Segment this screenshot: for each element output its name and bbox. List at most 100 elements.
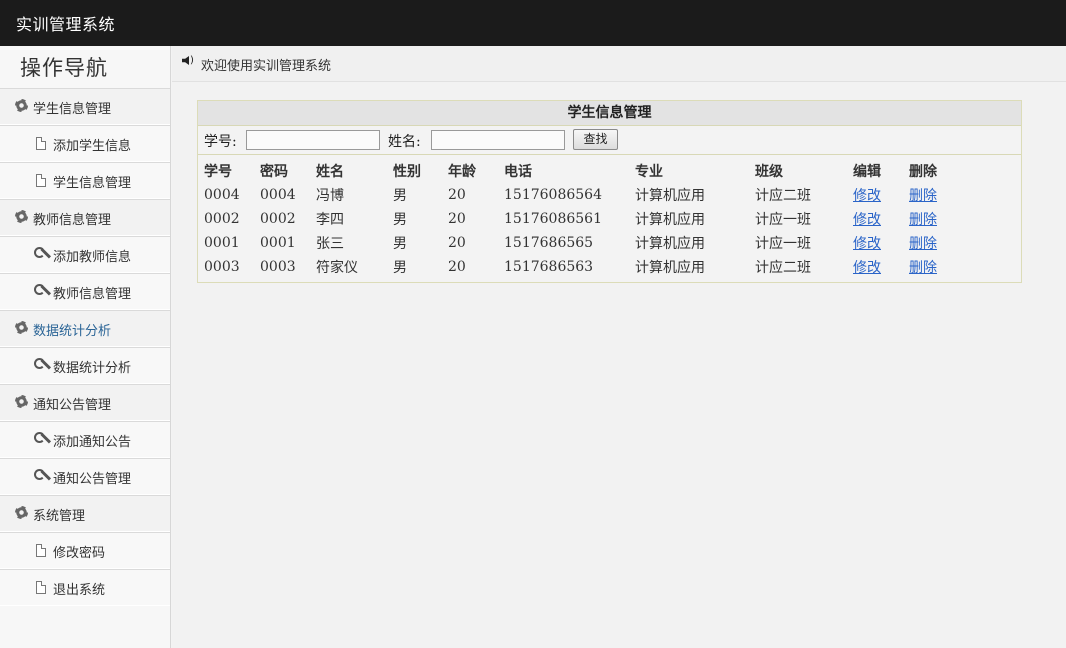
search-button[interactable]: 查找: [573, 129, 618, 150]
sidebar-label: 学生信息管理: [53, 176, 132, 191]
table-cell: 计应二班: [755, 188, 811, 204]
sidebar-item[interactable]: 添加通知公告: [0, 421, 170, 458]
sidebar-group[interactable]: 教师信息管理: [0, 199, 170, 236]
sidebar-item[interactable]: 退出系统: [0, 569, 170, 606]
table-cell: 0001: [204, 235, 240, 251]
column-header: 年龄: [448, 164, 476, 180]
sidebar-item[interactable]: 添加教师信息: [0, 236, 170, 273]
sidebar-label: 通知公告管理: [33, 398, 112, 413]
student-panel: 学生信息管理 学号: 姓名: 查找 学号 密码 姓名 性别 年龄 电话 专业 班级 编辑 删除 0…: [197, 100, 1022, 283]
sidebar-item[interactable]: 修改密码: [0, 532, 170, 569]
sidebar-label: 退出系统: [53, 583, 106, 598]
sidebar-item[interactable]: 教师信息管理: [0, 273, 170, 310]
gear-icon: [15, 506, 28, 519]
table-cell: 删除: [909, 207, 959, 231]
edit-link[interactable]: 修改: [853, 236, 881, 252]
table-cell: 15176086564: [504, 187, 602, 203]
table-row: 0001 0001 张三 男 20 1517686565 计算机应用 计应一班 修改 删除: [204, 231, 959, 255]
table-cell: 0004: [260, 187, 296, 203]
edit-link[interactable]: 修改: [853, 212, 881, 228]
app-title: 实训管理系统: [16, 15, 116, 34]
sidebar-group[interactable]: 学生信息管理: [0, 88, 170, 125]
delete-link[interactable]: 删除: [909, 212, 937, 228]
speaker-icon: [182, 56, 189, 65]
table-row: 0004 0004 冯博 男 20 15176086564 计算机应用 计应二班 修改 删除: [204, 183, 959, 207]
column-header: 删除: [909, 164, 937, 180]
sidebar-item[interactable]: 学生信息管理: [0, 162, 170, 199]
table-cell: 张三: [316, 236, 344, 252]
speaker-waves-icon: ): [190, 55, 194, 66]
sidebar: 操作导航 学生信息管理 添加学生信息 学生信息管理 教师信息管理 添加教师信息 教师信息管…: [0, 46, 171, 648]
column-header: 性别: [393, 164, 421, 180]
table-cell: 0003: [204, 259, 240, 275]
table-cell: 男: [393, 236, 407, 252]
gear-icon: [15, 99, 28, 112]
table-cell: 男: [393, 188, 407, 204]
table-cell: 李四: [316, 212, 344, 228]
table-row: 0003 0003 符家仪 男 20 1517686563 计算机应用 计应二班 修改 删除: [204, 255, 959, 279]
table-cell: 删除: [909, 231, 959, 255]
student-table: 学号 密码 姓名 性别 年龄 电话 专业 班级 编辑 删除 0004 0004 冯博男 20 151760…: [204, 159, 959, 279]
top-bar: 实训管理系统: [0, 0, 1066, 46]
column-header: 姓名: [316, 164, 344, 180]
table-cell: 1517686563: [504, 259, 594, 275]
table-cell: 修改: [853, 207, 909, 231]
table-cell: 20: [448, 187, 466, 203]
wrench-icon: [34, 469, 48, 483]
delete-link[interactable]: 删除: [909, 236, 937, 252]
nav-title: 操作导航: [20, 56, 108, 80]
table-cell: 0001: [260, 235, 296, 251]
search-bar: 学号: 姓名: 查找: [198, 126, 1021, 155]
student-name-input[interactable]: [431, 130, 565, 150]
table-cell: 冯博: [316, 188, 344, 204]
sidebar-label: 添加教师信息: [53, 250, 132, 265]
table-cell: 修改: [853, 255, 909, 279]
table-cell: 修改: [853, 183, 909, 207]
table-cell: 15176086561: [504, 211, 602, 227]
table-cell: 计算机应用: [635, 236, 705, 252]
table-cell: 1517686565: [504, 235, 594, 251]
sidebar-label: 修改密码: [53, 546, 106, 561]
main-content: ) 欢迎使用实训管理系统 学生信息管理 学号: 姓名: 查找 学号 密码 姓名 性别 年…: [172, 46, 1066, 648]
sidebar-label: 添加通知公告: [53, 435, 132, 450]
table-cell: 0002: [204, 211, 240, 227]
table-cell: 修改: [853, 231, 909, 255]
sidebar-item[interactable]: 添加学生信息: [0, 125, 170, 162]
table-cell: 20: [448, 235, 466, 251]
column-header: 编辑: [853, 164, 881, 180]
sidebar-group[interactable]: 系统管理: [0, 495, 170, 532]
gear-icon: [15, 210, 28, 223]
sidebar-label: 数据统计分析: [33, 324, 112, 339]
edit-link[interactable]: 修改: [853, 260, 881, 276]
wrench-icon: [34, 284, 48, 298]
column-header: 学号: [204, 164, 232, 180]
table-cell: 计应二班: [755, 260, 811, 276]
column-header: 密码: [260, 164, 288, 180]
column-header: 专业: [635, 164, 663, 180]
document-icon: [36, 581, 46, 594]
table-cell: 男: [393, 260, 407, 276]
table-cell: 删除: [909, 255, 959, 279]
sidebar-label: 系统管理: [33, 509, 86, 524]
table-cell: 0004: [204, 187, 240, 203]
table-cell: 计算机应用: [635, 188, 705, 204]
edit-link[interactable]: 修改: [853, 188, 881, 204]
delete-link[interactable]: 删除: [909, 260, 937, 276]
sidebar-label: 学生信息管理: [33, 102, 112, 117]
table-cell: 删除: [909, 183, 959, 207]
document-icon: [36, 174, 46, 187]
sidebar-label: 教师信息管理: [53, 287, 132, 302]
document-icon: [36, 544, 46, 557]
sidebar-group[interactable]: 数据统计分析: [0, 310, 170, 347]
table-cell: 计算机应用: [635, 260, 705, 276]
sidebar-item[interactable]: 通知公告管理: [0, 458, 170, 495]
panel-title: 学生信息管理: [198, 101, 1021, 126]
column-header: 班级: [755, 164, 783, 180]
student-id-input[interactable]: [246, 130, 380, 150]
sidebar-group[interactable]: 通知公告管理: [0, 384, 170, 421]
sidebar-item[interactable]: 数据统计分析: [0, 347, 170, 384]
wrench-icon: [34, 358, 48, 372]
gear-icon: [15, 395, 28, 408]
delete-link[interactable]: 删除: [909, 188, 937, 204]
table-row: 0002 0002 李四 男 20 15176086561 计算机应用 计应一班 修改 删除: [204, 207, 959, 231]
